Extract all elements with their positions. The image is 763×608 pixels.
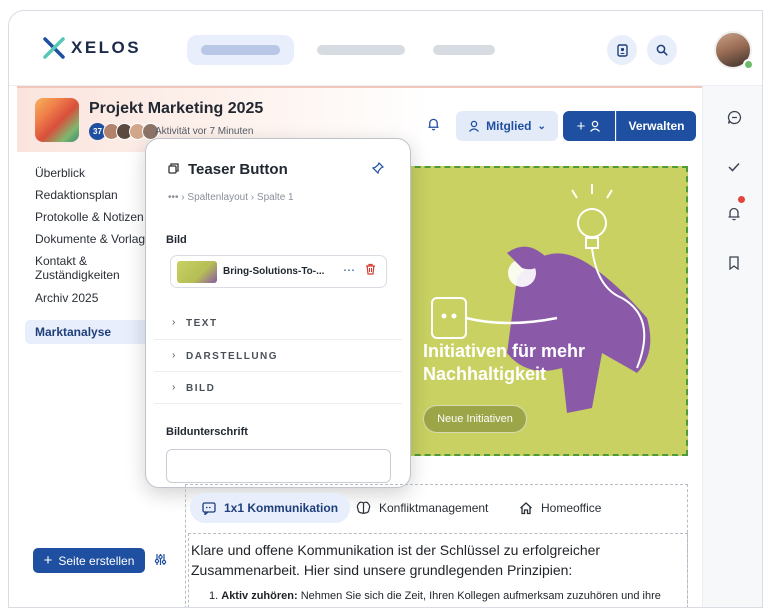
create-page-button[interactable]: + Seite erstellen [33,548,145,573]
lead-paragraph: Klare und offene Kommunikation ist der S… [191,542,601,578]
image-file-card[interactable]: Bring-Solutions-To-... ⋯ [170,255,387,288]
nav-pill-2[interactable] [317,45,405,55]
pin-icon[interactable] [371,161,385,177]
image-file-name: Bring-Solutions-To-... [223,266,325,277]
accordion-appearance[interactable]: › DARSTELLUNG [154,339,402,371]
divider [154,403,402,404]
tab-label: Konfliktmanagement [379,501,489,515]
copy-icon[interactable] [168,162,179,177]
accordion-label: TEXT [186,318,218,329]
content-tabs-block: 1x1 Kommunikation Konfliktmanagement Hom… [185,484,688,607]
member-button-label: Mitglied [486,119,532,133]
user-icon [590,120,601,132]
search-button[interactable] [647,35,677,65]
brain-icon [356,501,371,514]
hero-cta-button[interactable]: Neue Initiativen [423,405,527,433]
bookmark-icon[interactable] [725,254,743,272]
search-icon [656,44,668,56]
user-icon [469,120,480,132]
plus-icon: + [43,552,53,569]
online-status-dot [743,59,754,70]
tab-label: Homeoffice [541,501,602,515]
chevron-down-icon: ⌄ [537,120,546,132]
tab-communication[interactable]: 1x1 Kommunikation [190,493,351,523]
accordion-label: DARSTELLUNG [186,351,279,362]
image-section-label: Bild [166,234,187,246]
breadcrumb-item[interactable]: Spaltenlayout [187,192,248,203]
breadcrumb-item[interactable]: Spalte 1 [257,192,294,203]
logo-text: XELOS [71,38,142,57]
top-bar: XELOS [9,11,762,86]
tab-homeoffice[interactable]: Homeoffice [519,493,601,523]
contacts-icon [616,43,628,57]
teaser-settings-panel: Teaser Button ••• › Spaltenlayout › Spal… [145,138,411,488]
caption-input[interactable] [166,449,391,483]
accordion-image[interactable]: › BILD [154,371,402,403]
project-title: Projekt Marketing 2025 [89,100,264,117]
project-thumbnail [35,98,79,142]
panel-title: Teaser Button [188,161,288,178]
project-bell-icon[interactable] [427,117,440,134]
bell-icon[interactable] [725,204,743,222]
list-number: 1. [209,590,219,602]
create-page-label: Seite erstellen [58,553,135,568]
contacts-button[interactable] [607,35,637,65]
nav-pill-placeholder [201,45,280,55]
home-icon [520,502,532,515]
notification-badge [738,196,745,203]
chevron-right-icon: › [172,350,176,361]
app-window: XELOS Projekt Marketing 2025 37 Aktivitä… [8,10,763,608]
member-dropdown-button[interactable]: Mitglied ⌄ [456,111,558,141]
manage-button[interactable]: Verwalten [616,111,696,141]
rich-text-block[interactable]: Klare und offene Kommunikation ist der S… [188,533,688,607]
xelos-logo-icon [43,37,65,59]
chat-icon[interactable] [725,108,743,126]
logo[interactable]: XELOS [43,37,141,59]
nav-pill-3[interactable] [433,45,495,55]
nav-item[interactable]: Kontakt & Zuständigkeiten [35,254,140,291]
check-icon[interactable] [725,158,743,176]
tab-conflict[interactable]: Konfliktmanagement [356,493,488,523]
trash-icon[interactable] [365,263,376,278]
teaser-hero[interactable]: Initiativen für mehr Nachhaltigkeit Neue… [385,166,688,456]
list-item: 1. Aktiv zuhören: Nehmen Sie sich die Ze… [209,588,679,607]
caption-label: Bildunterschrift [166,426,248,438]
chat-icon [202,501,216,515]
add-member-button[interactable]: + [563,111,615,141]
project-activity: Aktivität vor 7 Minuten [155,126,254,137]
chevron-right-icon: › [172,382,176,393]
more-icon[interactable]: ⋯ [343,263,355,277]
more-icon[interactable]: ••• [168,192,179,203]
chevron-right-icon: › [172,317,176,328]
accordion-label: BILD [186,383,216,394]
list-item-bold: Aktiv zuhören: [221,590,298,602]
plus-icon: + [576,117,586,135]
hero-title: Initiativen für mehr Nachhaltigkeit [423,341,586,384]
right-rail [702,86,762,607]
breadcrumb: ••• › Spaltenlayout › Spalte 1 [168,192,294,203]
accordion-text[interactable]: › TEXT [154,307,402,339]
nav-item-active-label: Marktanalyse [35,325,112,339]
image-thumbnail [177,261,217,283]
filter-icon[interactable] [154,553,167,569]
tab-label: 1x1 Kommunikation [224,501,339,515]
